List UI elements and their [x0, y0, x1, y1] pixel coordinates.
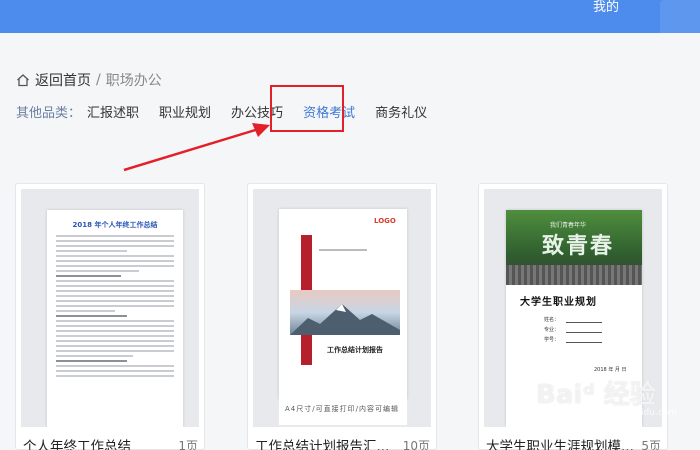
logo: LOGO: [374, 217, 396, 225]
doc-thumbnail: LOGO 工作总结计划报告 A4尺寸/可直接打印/内容可编辑: [253, 189, 431, 427]
doc-caption: A4尺寸/可直接打印/内容可编辑: [285, 405, 399, 413]
doc-title[interactable]: 大学生职业生涯规划模...: [486, 435, 634, 450]
doc-preview: LOGO 工作总结计划报告: [279, 209, 407, 399]
doc-preview: 2018 年个人年终工作总结: [47, 210, 183, 427]
doc-page-count: 5页: [641, 439, 661, 450]
field-name: 姓名：: [544, 317, 560, 323]
banner-title: 致青春: [542, 234, 615, 259]
watermark-url: jingyan.baidu.com: [594, 408, 678, 418]
doc-date: 2018 年 月 日: [594, 367, 627, 373]
doc-title[interactable]: 工作总结计划报告汇...: [255, 435, 389, 450]
doc-caption-box: A4尺寸/可直接打印/内容可编辑: [279, 399, 407, 425]
doc-preview-title: 2018 年个人年终工作总结: [72, 221, 158, 229]
doc-preview-title: 工作总结计划报告: [327, 346, 383, 354]
doc-card-1[interactable]: 2018 年个人年终工作总结 个人年终工作总结 1页: [15, 183, 205, 450]
doc-page-count: 1页: [178, 439, 198, 450]
field-major: 专业：: [544, 327, 560, 333]
doc-card-2[interactable]: LOGO 工作总结计划报告 A4尺寸/可直接打印/内容可编辑 工作总结计划报告汇…: [247, 183, 437, 450]
youth-banner: 我们青春年华 致青春: [506, 210, 642, 285]
mountain-image: [290, 290, 400, 335]
field-id: 学号：: [544, 337, 560, 343]
doc-page-count: 10页: [402, 439, 430, 450]
doc-preview-title: 大学生职业规划: [520, 297, 597, 308]
doc-title[interactable]: 个人年终工作总结: [23, 435, 131, 450]
baidu-watermark: Baiᵈ 经验: [536, 380, 656, 410]
doc-thumbnail: 2018 年个人年终工作总结: [21, 189, 199, 427]
